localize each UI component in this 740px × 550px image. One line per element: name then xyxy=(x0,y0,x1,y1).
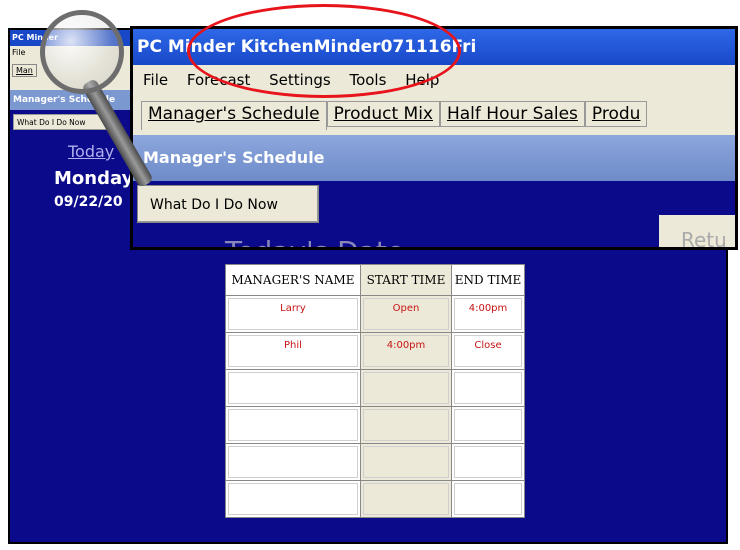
start-cell[interactable]: Open xyxy=(360,295,452,333)
end-cell[interactable] xyxy=(451,443,525,481)
tab-bar: Manager's Schedule Product Mix Half Hour S… xyxy=(133,95,735,135)
tab-product[interactable]: Produ xyxy=(584,101,648,127)
table-row xyxy=(225,406,525,444)
bg-date-label: 09/22/20 xyxy=(54,194,123,210)
end-cell[interactable] xyxy=(451,480,525,518)
end-value[interactable] xyxy=(454,446,522,478)
table-row: Phil 4:00pm Close xyxy=(225,332,525,370)
end-value[interactable] xyxy=(454,372,522,404)
start-cell[interactable]: 4:00pm xyxy=(360,332,452,370)
start-cell[interactable] xyxy=(360,406,452,444)
name-value[interactable] xyxy=(228,446,358,478)
table-header-row: MANAGER'S NAME START TIME END TIME xyxy=(225,264,525,296)
name-value[interactable] xyxy=(228,372,358,404)
start-value[interactable]: 4:00pm xyxy=(363,335,449,367)
end-cell[interactable]: 4:00pm xyxy=(451,295,525,333)
table-row xyxy=(225,443,525,481)
end-value[interactable] xyxy=(454,483,522,515)
header-managers-name: MANAGER'S NAME xyxy=(225,264,361,296)
bg-menu-man[interactable]: Man xyxy=(12,64,37,77)
manager-schedule-table: MANAGER'S NAME START TIME END TIME Larry… xyxy=(225,264,525,518)
table-row xyxy=(225,480,525,518)
bg-day-label: Monday xyxy=(54,168,134,189)
start-value[interactable] xyxy=(363,446,449,478)
name-cell[interactable]: Phil xyxy=(225,332,361,370)
section-title: Manager's Schedule xyxy=(143,148,325,167)
name-value[interactable] xyxy=(228,483,358,515)
section-header: Manager's Schedule xyxy=(133,135,735,181)
start-value[interactable]: Open xyxy=(363,298,449,330)
bg-menu-file[interactable]: File xyxy=(12,48,25,57)
table-row: Larry Open 4:00pm xyxy=(225,295,525,333)
start-value[interactable] xyxy=(363,372,449,404)
name-cell[interactable]: Larry xyxy=(225,295,361,333)
table-row xyxy=(225,369,525,407)
return-button[interactable]: Retu xyxy=(659,215,735,247)
name-value[interactable]: Phil xyxy=(228,335,358,367)
start-value[interactable] xyxy=(363,483,449,515)
header-start-time: START TIME xyxy=(360,264,452,296)
tab-managers-schedule[interactable]: Manager's Schedule xyxy=(141,101,327,130)
header-end-time: END TIME xyxy=(451,264,525,296)
what-do-i-do-now-button[interactable]: What Do I Do Now xyxy=(137,185,319,223)
highlight-ellipse xyxy=(187,4,461,98)
end-cell[interactable] xyxy=(451,369,525,407)
tab-half-hour-sales[interactable]: Half Hour Sales xyxy=(439,101,585,127)
end-value[interactable] xyxy=(454,409,522,441)
start-cell[interactable] xyxy=(360,443,452,481)
bg-today-label: Today xyxy=(68,142,115,161)
end-cell[interactable] xyxy=(451,406,525,444)
name-cell[interactable] xyxy=(225,369,361,407)
name-cell[interactable] xyxy=(225,406,361,444)
end-value[interactable]: 4:00pm xyxy=(454,298,522,330)
name-value[interactable] xyxy=(228,409,358,441)
magnifier-lens xyxy=(40,10,124,94)
end-cell[interactable]: Close xyxy=(451,332,525,370)
start-cell[interactable] xyxy=(360,480,452,518)
name-value[interactable]: Larry xyxy=(228,298,358,330)
start-cell[interactable] xyxy=(360,369,452,407)
end-value[interactable]: Close xyxy=(454,335,522,367)
name-cell[interactable] xyxy=(225,480,361,518)
name-cell[interactable] xyxy=(225,443,361,481)
menu-file[interactable]: File xyxy=(143,71,168,89)
magnifier-icon xyxy=(40,10,130,100)
tab-product-mix[interactable]: Product Mix xyxy=(326,101,440,127)
todays-date-label: Today's Date xyxy=(225,235,404,247)
start-value[interactable] xyxy=(363,409,449,441)
